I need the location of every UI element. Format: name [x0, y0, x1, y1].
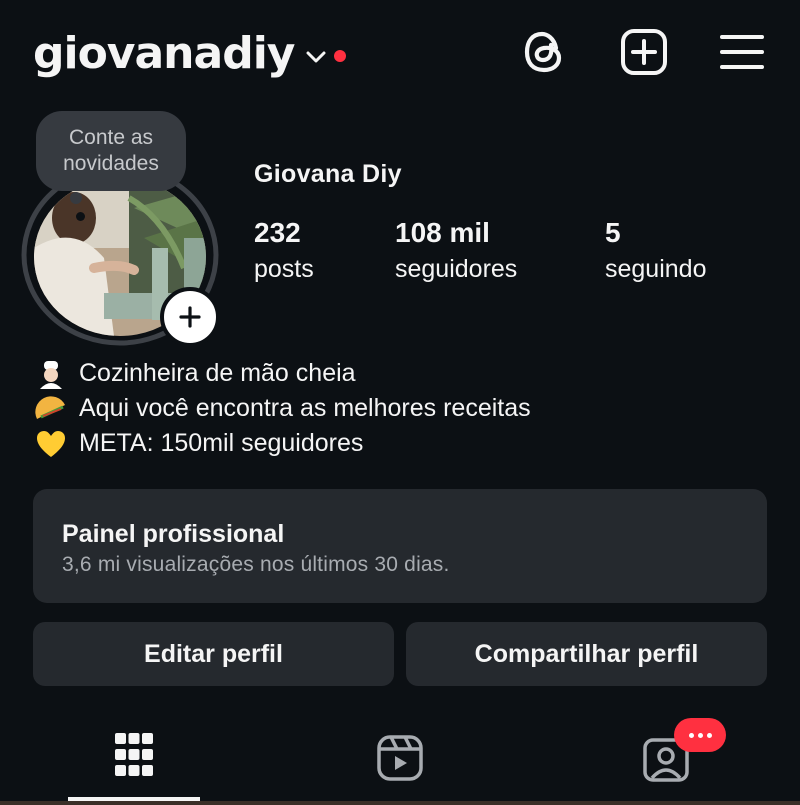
taco-emoji-icon [33, 394, 69, 424]
bio-line: Cozinheira de mão cheia [33, 356, 531, 391]
followers-label: seguidores [395, 255, 518, 283]
yellow-heart-icon [33, 429, 69, 459]
account-switcher[interactable]: giovanadiy [33, 26, 347, 82]
edit-profile-button[interactable]: Editar perfil [33, 622, 394, 686]
note-tail [70, 192, 82, 204]
followers-stat[interactable]: 108 mil seguidores [395, 216, 517, 286]
grid-icon [115, 733, 153, 776]
full-name: Giovana Diy [254, 160, 402, 188]
following-label: seguindo [605, 255, 707, 283]
posts-count: 232 [254, 217, 301, 248]
professional-dashboard[interactable]: Painel profissional 3,6 mi visualizações… [33, 489, 767, 603]
new-post-button[interactable] [620, 28, 668, 76]
bio: Cozinheira de mão cheia Aqui você encont… [33, 356, 531, 461]
top-bar: giovanadiy [0, 0, 800, 110]
followers-count: 108 mil [395, 217, 490, 248]
cook-emoji-icon [33, 359, 69, 389]
note-tail-small [76, 212, 85, 221]
following-count: 5 [605, 217, 621, 248]
bio-line: META: 150mil seguidores [33, 426, 531, 461]
bio-line: Aqui você encontra as melhores receitas [33, 391, 531, 426]
plus-square-icon [621, 29, 667, 75]
chevron-down-icon [306, 51, 326, 63]
bio-text-3: META: 150mil seguidores [79, 429, 364, 457]
note-text-line2: novidades [63, 152, 159, 175]
plus-icon [179, 306, 201, 328]
grid-preview-strip [0, 801, 800, 805]
threads-icon[interactable] [521, 28, 569, 76]
add-story-button[interactable] [160, 287, 220, 347]
reels-icon [377, 735, 423, 781]
menu-button[interactable] [718, 28, 766, 76]
tagged-notification-badge [674, 718, 726, 752]
share-profile-button[interactable]: Compartilhar perfil [406, 622, 767, 686]
tab-grid[interactable] [68, 720, 200, 805]
hamburger-menu-icon [720, 35, 764, 69]
following-stat[interactable]: 5 seguindo [605, 216, 706, 286]
dashboard-subtitle: 3,6 mi visualizações nos últimos 30 dias… [62, 553, 450, 576]
note-text-line1: Conte as [68, 126, 154, 149]
tab-reels[interactable] [334, 720, 466, 805]
bio-text-2: Aqui você encontra as melhores receitas [79, 394, 531, 422]
notification-dot [334, 50, 347, 62]
posts-stat[interactable]: 232 posts [254, 216, 314, 286]
note-bubble[interactable]: Conte as novidades [36, 111, 186, 191]
posts-label: posts [254, 255, 314, 283]
bio-text-1: Cozinheira de mão cheia [79, 359, 356, 387]
dashboard-title: Painel profissional [62, 520, 285, 548]
username: giovanadiy [33, 28, 295, 79]
